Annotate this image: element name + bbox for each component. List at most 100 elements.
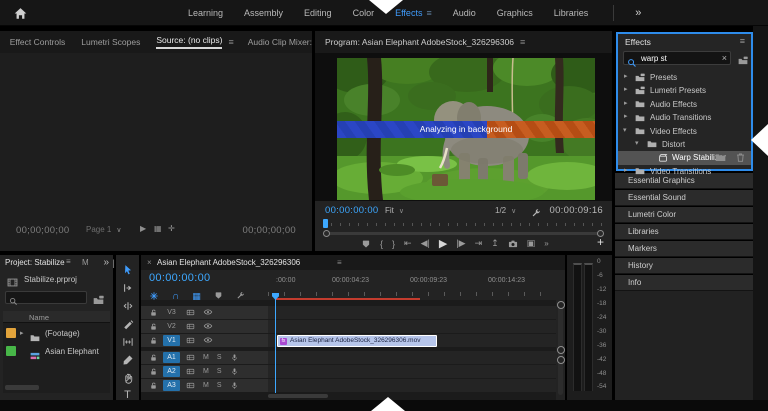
tree-item-audio-effects[interactable]: ▸Audio Effects <box>618 98 751 111</box>
tree-item-presets[interactable]: ▸Presets <box>618 71 751 84</box>
mute-button[interactable]: M <box>203 354 209 361</box>
solo-button[interactable]: S <box>217 382 222 389</box>
tab-source[interactable]: Source: (no clips) <box>156 35 222 49</box>
panel-menu-icon[interactable]: ≡ <box>337 258 342 267</box>
new-custom-bin-icon[interactable] <box>738 52 748 70</box>
panel-history[interactable]: History <box>615 258 753 274</box>
tab-lumetri-scopes[interactable]: Lumetri Scopes <box>81 37 140 47</box>
voiceover-mic-icon[interactable] <box>230 377 239 395</box>
settings-grid-icon[interactable]: ▦ <box>154 224 162 233</box>
timeline-position-timecode[interactable]: 00:00:00:00 <box>149 272 210 284</box>
tree-item-audio-transitions[interactable]: ▸Audio Transitions <box>618 111 751 124</box>
timeline-ruler[interactable]: :00:00 00:00:04:23 00:00:09:23 00:00:14:… <box>268 270 556 300</box>
close-sequence-icon[interactable]: × <box>147 258 152 267</box>
list-header[interactable]: Name <box>3 311 110 323</box>
timeline-horizontal-scrollbar[interactable] <box>268 394 328 398</box>
label-color-chip[interactable] <box>6 346 16 356</box>
track-target-v3[interactable]: V3 <box>163 307 180 318</box>
new-bin-icon[interactable] <box>715 149 726 167</box>
tab-program[interactable]: Program: Asian Elephant AdobeStock_32629… <box>325 37 514 47</box>
track-target-a3[interactable]: A3 <box>163 380 180 391</box>
step-back-button[interactable]: ◀| <box>421 238 430 249</box>
transport-overflow-button[interactable]: » <box>544 239 548 248</box>
panel-menu-icon[interactable]: ≡ <box>520 37 525 47</box>
effects-search-box[interactable]: × <box>623 51 731 65</box>
panel-menu-icon[interactable]: ≡ <box>740 36 745 46</box>
tab-effect-controls[interactable]: Effect Controls <box>10 37 66 47</box>
workspace-tab-graphics[interactable]: Graphics <box>497 8 533 18</box>
tab-audio-clip-mixer[interactable]: Audio Clip Mixer: <box>248 37 312 47</box>
workspace-menu-icon[interactable]: ≡ <box>426 8 431 18</box>
panel-info[interactable]: Info <box>615 275 753 291</box>
home-button[interactable] <box>7 4 33 22</box>
track-target-v2[interactable]: V2 <box>163 321 180 332</box>
workspace-tab-learning[interactable]: Learning <box>188 8 223 18</box>
tab-project[interactable]: Project: Stabilize <box>5 258 65 267</box>
workspace-tab-editing[interactable]: Editing <box>304 8 332 18</box>
sync-lock-icon[interactable] <box>186 377 195 395</box>
razor-tool[interactable] <box>116 315 139 331</box>
panel-menu-icon[interactable]: ≡ <box>228 37 233 47</box>
panel-lumetri-color[interactable]: Lumetri Color <box>615 207 753 223</box>
scrollbar-knob-left[interactable] <box>323 230 330 237</box>
playback-resolution-dropdown[interactable]: 1/2∨ <box>495 206 516 215</box>
track-a3[interactable]: A3 M S <box>141 379 556 392</box>
add-marker-button[interactable] <box>361 238 371 249</box>
clear-search-icon[interactable]: × <box>722 53 727 63</box>
track-target-v1[interactable]: V1 <box>163 335 180 346</box>
scrollbar-knob[interactable] <box>557 346 565 354</box>
scrollbar-knob[interactable] <box>557 301 565 309</box>
tree-item-lumetri-presets[interactable]: ▸Lumetri Presets <box>618 84 751 97</box>
selection-tool[interactable] <box>116 261 139 277</box>
button-editor-button[interactable]: + <box>597 235 604 249</box>
step-forward-button[interactable]: |▶ <box>456 238 465 249</box>
go-to-in-button[interactable]: ⇤ <box>404 238 412 249</box>
zoom-level-dropdown[interactable]: Fit∨ <box>385 206 404 215</box>
settings-wrench-icon[interactable] <box>531 204 541 222</box>
track-v1[interactable]: V1 fx Asian Elephant AdobeStock_32629630… <box>141 334 556 347</box>
page-selector-dropdown[interactable]: Page 1∨ <box>86 225 121 234</box>
horizontal-scrollbar[interactable] <box>5 385 39 390</box>
program-mini-timeline[interactable] <box>323 221 604 229</box>
project-search-box[interactable] <box>5 291 87 304</box>
mark-in-button[interactable]: { <box>380 239 383 249</box>
tree-item-video-effects[interactable]: ▾Video Effects <box>618 125 751 138</box>
comparison-view-button[interactable]: ▣ <box>527 238 536 249</box>
panel-markers[interactable]: Markers <box>615 241 753 257</box>
workspace-tab-assembly[interactable]: Assembly <box>244 8 283 18</box>
program-zoom-scrollbar[interactable] <box>323 230 604 237</box>
workspace-overflow-button[interactable]: » <box>635 7 641 19</box>
export-frame-button[interactable] <box>508 238 518 249</box>
solo-button[interactable]: S <box>217 354 222 361</box>
lock-icon[interactable] <box>149 377 158 395</box>
workspace-tab-audio[interactable]: Audio <box>453 8 476 18</box>
workspace-tab-libraries[interactable]: Libraries <box>554 8 589 18</box>
scrollbar-knob[interactable] <box>557 356 565 364</box>
mark-out-button[interactable]: } <box>392 239 395 249</box>
search-bin-icon[interactable] <box>93 292 104 310</box>
track-select-forward-tool[interactable] <box>116 279 139 295</box>
solo-button[interactable]: S <box>217 368 222 375</box>
panel-libraries[interactable]: Libraries <box>615 224 753 240</box>
mute-button[interactable]: M <box>203 382 209 389</box>
hand-tool[interactable] <box>116 369 139 385</box>
effects-search-input[interactable] <box>641 53 715 64</box>
track-target-a1[interactable]: A1 <box>163 352 180 363</box>
type-tool[interactable]: T <box>116 385 139 401</box>
slip-tool[interactable] <box>116 333 139 349</box>
panel-essential-sound[interactable]: Essential Sound <box>615 190 753 206</box>
sync-lock-icon[interactable] <box>186 332 195 350</box>
tab-effects-panel[interactable]: Effects <box>625 37 651 47</box>
track-a1[interactable]: A1 M S <box>141 351 556 364</box>
tab-media-browser-partial[interactable]: M <box>82 258 90 267</box>
toggle-output-eye-icon[interactable] <box>203 332 213 350</box>
project-row-footage[interactable]: ▸ (Footage) <box>3 325 110 341</box>
ripple-edit-tool[interactable] <box>116 297 139 313</box>
compare-icon[interactable]: ✛ <box>168 224 175 233</box>
lift-button[interactable]: ↥ <box>491 238 499 249</box>
track-a2[interactable]: A2MS <box>141 365 556 378</box>
project-row-sequence[interactable]: Asian Elephant <box>3 343 110 359</box>
label-color-chip[interactable] <box>6 328 16 338</box>
expander-icon[interactable]: ▸ <box>20 329 24 337</box>
play-button[interactable]: ▶ <box>439 237 447 250</box>
